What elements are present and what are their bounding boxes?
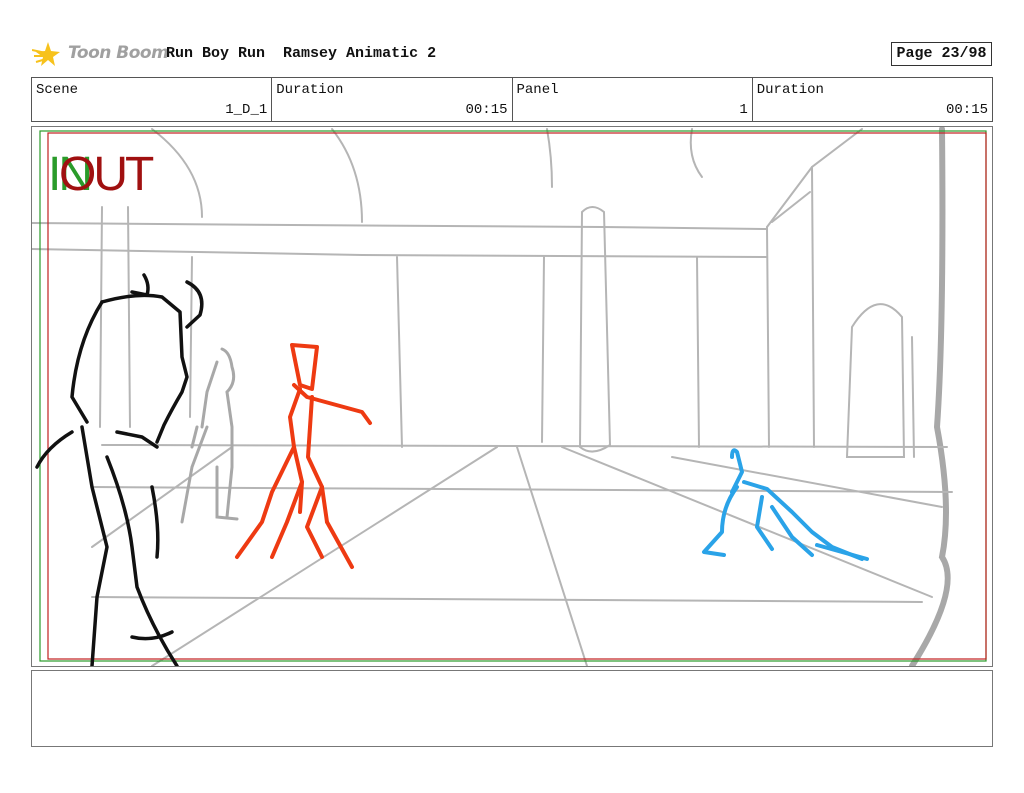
- panel-value: 1: [739, 102, 748, 118]
- panel-duration-value: 00:15: [945, 102, 988, 118]
- scene-info-table: Scene 1_D_1 Duration 00:15 Panel 1 Durat…: [31, 77, 993, 122]
- scene-duration-value: 00:15: [465, 102, 508, 118]
- page-number: Page 23/98: [891, 42, 992, 66]
- scene-value: 1_D_1: [225, 102, 268, 118]
- out-marker: OUT: [59, 148, 154, 201]
- caption-area: [31, 670, 993, 747]
- panel-cell: Panel 1: [513, 78, 753, 121]
- in-frame: [39, 130, 987, 662]
- logo-text: Toon Boom: [68, 43, 169, 63]
- red-figure: [235, 343, 372, 569]
- scene-label: Scene: [36, 82, 79, 98]
- scene-cell: Scene 1_D_1: [32, 78, 273, 121]
- out-frame: [47, 132, 987, 660]
- panel-label: Panel: [516, 82, 559, 98]
- panel-sketch: [32, 127, 987, 666]
- episode-name: Ramsey Animatic 2: [283, 45, 437, 62]
- project-name: Run Boy Run: [166, 45, 266, 62]
- foreground-character: [35, 273, 204, 666]
- background-sketch: [32, 127, 953, 666]
- storyboard-panel: IN OUT: [31, 126, 993, 667]
- panel-duration-cell: Duration 00:15: [753, 78, 992, 121]
- panel-duration-label: Duration: [756, 82, 824, 98]
- scene-duration-cell: Duration 00:15: [272, 78, 513, 121]
- document-title: Run Boy Run Ramsey Animatic 2: [166, 45, 436, 62]
- scene-duration-label: Duration: [276, 82, 344, 98]
